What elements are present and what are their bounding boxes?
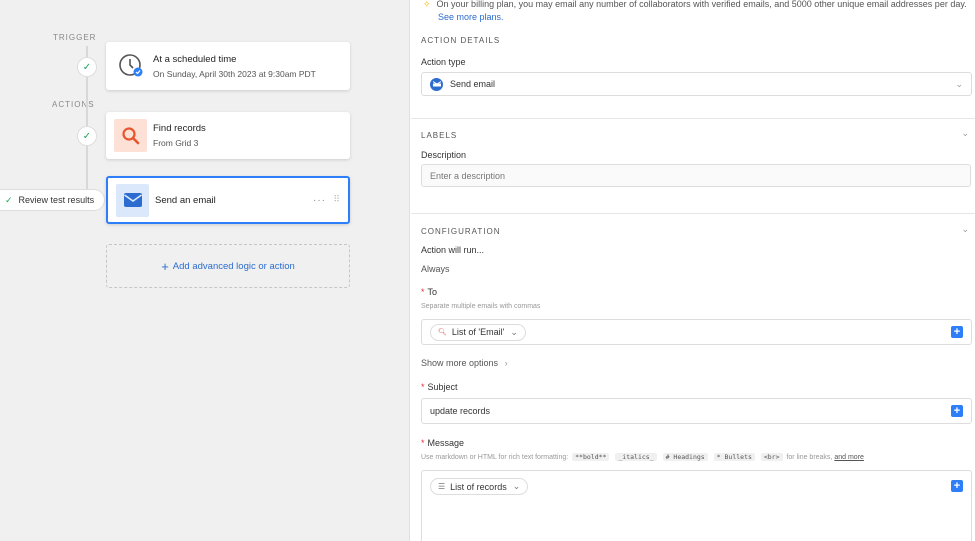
billing-text: On your billing plan, you may email any … (436, 0, 967, 9)
add-advanced-logic-button[interactable]: + Add advanced logic or action (106, 244, 350, 288)
trigger-card[interactable]: At a scheduled time On Sunday, April 30t… (106, 42, 350, 90)
insert-token-button[interactable]: + (951, 405, 963, 417)
envelope-icon (116, 183, 149, 217)
description-placeholder: Enter a description (430, 170, 506, 181)
subject-label: * Subject (421, 382, 458, 392)
chevron-right-icon: › (504, 358, 508, 368)
drag-handle-icon[interactable]: ⠿ (333, 194, 340, 205)
to-field[interactable]: 🔍︎ List of 'Email' ⌄ + (421, 319, 972, 345)
check-icon: ✓ (5, 194, 13, 205)
message-hint: Use markdown or HTML for rich text forma… (421, 453, 864, 461)
action-type-label: Action type (421, 57, 466, 67)
to-hint: Separate multiple emails with commas (421, 303, 541, 310)
message-label: * Message (421, 438, 465, 448)
message-input[interactable]: ☰ List of records ⌄ + (421, 470, 972, 541)
flow-rail (86, 146, 88, 190)
more-options-icon[interactable]: ··· (313, 195, 326, 206)
insert-token-button[interactable]: + (951, 480, 963, 492)
find-check-icon: ✓ (77, 126, 97, 146)
subject-input[interactable]: update records + (421, 398, 972, 424)
trigger-check-icon: ✓ (77, 57, 97, 77)
search-icon: 🔍︎ (438, 329, 447, 336)
see-more-plans-link[interactable]: See more plans. (438, 12, 504, 22)
chevron-down-icon: ⌄ (955, 79, 963, 89)
description-input[interactable]: Enter a description (421, 164, 971, 187)
show-more-options-link[interactable]: Show more options › (421, 358, 508, 368)
will-run-value[interactable]: Always (421, 264, 450, 274)
description-label: Description (421, 150, 467, 160)
billing-notice: ✧ On your billing plan, you may email any… (423, 0, 967, 24)
list-icon: ☰ (438, 482, 446, 491)
envelope-icon (430, 77, 443, 91)
automation-canvas: TRIGGER ACTIONS ✓ ✓ At a scheduled time … (0, 0, 410, 541)
find-records-subtitle: From Grid 3 (153, 138, 199, 148)
trigger-section-label: TRIGGER (53, 33, 97, 42)
action-type-value: Send email (450, 79, 496, 89)
actions-section-label: ACTIONS (52, 100, 95, 109)
to-label: * To (421, 287, 438, 297)
plus-icon: + (161, 258, 169, 274)
collapse-config-icon[interactable]: ⌄ (961, 224, 969, 235)
trigger-subtitle: On Sunday, April 30th 2023 at 9:30am PDT (153, 68, 316, 79)
action-config-panel: ✧ On your billing plan, you may email any… (411, 0, 975, 541)
section-divider (411, 118, 975, 119)
add-advanced-logic-label: Add advanced logic or action (172, 260, 295, 272)
subject-value: update records (430, 406, 491, 416)
message-token-pill[interactable]: ☰ List of records ⌄ (430, 478, 529, 495)
labels-heading: LABELS (421, 131, 458, 140)
action-type-select[interactable]: Send email ⌄ (421, 72, 972, 96)
sparkle-icon: ✧ (423, 0, 431, 9)
chevron-down-icon: ⌄ (510, 326, 518, 337)
chevron-down-icon: ⌄ (512, 481, 521, 491)
insert-token-button[interactable]: + (951, 326, 963, 338)
find-records-card[interactable]: Find records From Grid 3 (106, 112, 350, 159)
send-email-card[interactable]: Send an email ··· ⠿ (106, 176, 350, 224)
action-details-heading: ACTION DETAILS (421, 36, 501, 45)
to-token-pill[interactable]: 🔍︎ List of 'Email' ⌄ (430, 323, 526, 341)
flow-rail (86, 76, 88, 126)
trigger-title: At a scheduled time (153, 53, 237, 65)
send-email-title: Send an email (155, 194, 216, 206)
collapse-labels-icon[interactable]: ⌄ (961, 128, 969, 139)
search-icon (114, 119, 147, 152)
clock-icon (114, 50, 147, 83)
review-test-results-label: Review test results (18, 195, 95, 205)
section-divider (411, 213, 975, 214)
find-records-title: Find records (153, 123, 206, 134)
will-run-label: Action will run... (421, 245, 485, 255)
configuration-heading: CONFIGURATION (421, 227, 501, 236)
and-more-link[interactable]: and more (834, 454, 864, 461)
review-test-results-button[interactable]: ✓ Review test results (0, 189, 106, 211)
